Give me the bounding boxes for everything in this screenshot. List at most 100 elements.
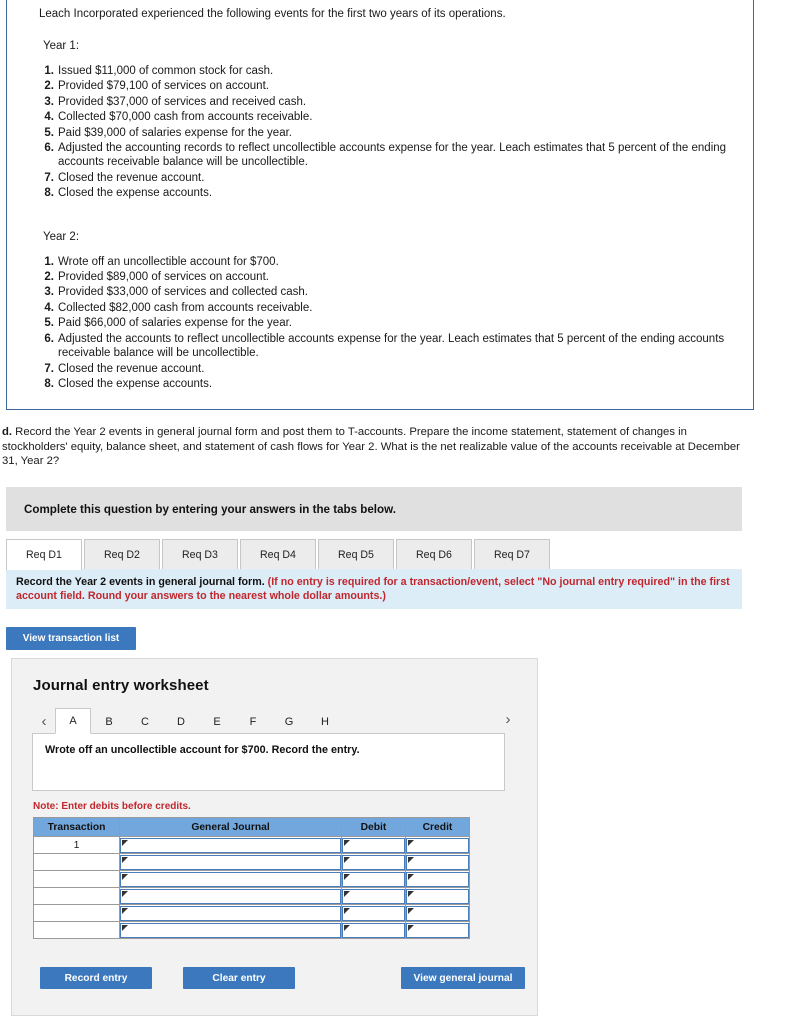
scenario-event-item: 1. Wrote off an uncollectible account for… (37, 255, 735, 269)
credit-input-cell (404, 836, 471, 854)
event-text: Collected $70,000 cash from accounts rec… (58, 111, 313, 124)
scenario-event-item: 6. Adjusted the accounting records to ref… (37, 141, 735, 170)
complete-question-banner: Complete this question by entering your … (6, 487, 742, 531)
credit-input[interactable] (405, 905, 469, 921)
general-journal-input[interactable] (120, 905, 341, 921)
event-text: Adjusted the accounts to reflect uncolle… (58, 332, 725, 360)
event-text: Provided $79,100 of services on account. (58, 80, 269, 93)
req-tab-req-d6[interactable]: Req D6 (396, 539, 472, 570)
scenario-event-item: 7. Closed the revenue account. (37, 171, 735, 185)
year1-label: Year 1: (43, 40, 80, 52)
journal-entry-row (32, 853, 471, 871)
debit-input-cell (340, 904, 406, 922)
instruction-main-text: Record the Year 2 events in general jour… (16, 576, 268, 588)
general-journal-input-cell (119, 870, 342, 888)
general-journal-input[interactable] (120, 922, 341, 938)
debit-input-cell (340, 836, 406, 854)
req-tab-req-d3[interactable]: Req D3 (162, 539, 238, 570)
general-journal-input[interactable] (120, 854, 341, 870)
debit-input-cell (340, 921, 406, 939)
debit-input[interactable] (341, 905, 405, 921)
view-transaction-list-button[interactable]: View transaction list (6, 627, 136, 650)
journal-entry-row (32, 870, 471, 888)
scenario-event-item: 3. Provided $33,000 of services and colle… (37, 285, 735, 299)
req-tab-req-d7[interactable]: Req D7 (474, 539, 550, 570)
chevron-right-icon[interactable]: › (497, 708, 519, 732)
scenario-event-item: 7. Closed the revenue account. (37, 362, 735, 376)
year2-label: Year 2: (43, 230, 80, 243)
event-number: 5. (44, 317, 54, 330)
chevron-left-icon[interactable]: ‹ (33, 710, 55, 734)
event-number: 6. (44, 142, 54, 155)
journal-entry-row (32, 921, 471, 939)
worksheet-tab-c[interactable]: C (127, 709, 163, 734)
general-journal-input-cell (119, 887, 342, 905)
column-header-transaction: Transaction (32, 817, 121, 837)
debit-input[interactable] (341, 922, 405, 938)
letter-tab-group[interactable]: ABCDEFGH (55, 708, 343, 734)
journal-entry-table: Transaction General Journal Debit Credit… (32, 817, 471, 939)
view-general-journal-button[interactable]: View general journal (401, 967, 525, 989)
event-text: Closed the revenue account. (58, 362, 205, 375)
scenario-event-item: 5. Paid $39,000 of salaries expense for t… (37, 126, 735, 140)
general-journal-input-cell (119, 836, 342, 854)
worksheet-tab-e[interactable]: E (199, 709, 235, 734)
scenario-intro: Leach Incorporated experienced the follo… (39, 8, 506, 20)
req-tab-req-d1[interactable]: Req D1 (6, 539, 82, 570)
event-number: 3. (44, 286, 54, 299)
journal-entry-row: 1 (32, 836, 471, 854)
credit-input[interactable] (405, 837, 469, 853)
scenario-event-item: 4. Collected $82,000 cash from accounts r… (37, 301, 735, 315)
transaction-description-text: Wrote off an uncollectible account for $… (45, 744, 360, 756)
record-entry-button[interactable]: Record entry (40, 967, 152, 989)
event-number: 4. (44, 301, 54, 314)
general-journal-input[interactable] (120, 888, 341, 904)
event-number: 8. (44, 187, 54, 200)
debit-input[interactable] (341, 888, 405, 904)
worksheet-tab-b[interactable]: B (91, 709, 127, 734)
debit-input[interactable] (341, 871, 405, 887)
worksheet-tab-d[interactable]: D (163, 709, 199, 734)
column-header-general-journal: General Journal (119, 817, 342, 837)
credit-input[interactable] (405, 922, 469, 938)
journal-entry-worksheet-panel: Journal entry worksheet ‹ ABCDEFGH › Wro… (11, 658, 538, 1016)
worksheet-tab-a[interactable]: A (55, 708, 91, 734)
event-text: Paid $39,000 of salaries expense for the… (58, 126, 292, 139)
credit-input-cell (404, 904, 471, 922)
req-tab-req-d4[interactable]: Req D4 (240, 539, 316, 570)
req-tab-req-d2[interactable]: Req D2 (84, 539, 160, 570)
credit-input[interactable] (405, 871, 469, 887)
worksheet-tab-f[interactable]: F (235, 709, 271, 734)
event-number: 7. (44, 171, 54, 184)
scenario-box: Leach Incorporated experienced the follo… (6, 0, 754, 410)
credit-input[interactable] (405, 854, 469, 870)
worksheet-tab-g[interactable]: G (271, 709, 307, 734)
general-journal-input[interactable] (120, 871, 341, 887)
event-text: Closed the expense accounts. (58, 187, 213, 200)
scenario-event-item: 8. Closed the expense accounts. (37, 377, 735, 391)
scenario-event-item: 1. Issued $11,000 of common stock for cas… (37, 64, 735, 78)
complete-question-text: Complete this question by entering your … (24, 502, 396, 516)
event-number: 8. (44, 377, 54, 390)
event-text: Collected $82,000 cash from accounts rec… (58, 301, 313, 314)
debit-input-cell (340, 887, 406, 905)
worksheet-title: Journal entry worksheet (33, 677, 209, 694)
req-tab-req-d5[interactable]: Req D5 (318, 539, 394, 570)
debit-input[interactable] (341, 837, 405, 853)
requirement-tabs[interactable]: Req D1 Req D2 Req D3 Req D4 Req D5 Req D6 Req … (6, 538, 742, 570)
general-journal-input-cell (119, 853, 342, 871)
credit-input-cell (404, 853, 471, 871)
general-journal-input[interactable] (120, 837, 341, 853)
scenario-event-item: 8. Closed the expense accounts. (37, 186, 735, 200)
transaction-number-cell (32, 921, 121, 939)
clear-entry-button[interactable]: Clear entry (183, 967, 295, 989)
debit-input[interactable] (341, 854, 405, 870)
scenario-event-item: 2. Provided $89,000 of services on accoun… (37, 270, 735, 284)
worksheet-letter-tabs[interactable]: ‹ ABCDEFGH › (33, 708, 519, 734)
event-number: 3. (44, 95, 54, 108)
general-journal-input-cell (119, 904, 342, 922)
year1-event-list: 1. Issued $11,000 of common stock for cas… (37, 64, 735, 201)
worksheet-tab-h[interactable]: H (307, 709, 343, 734)
event-text: Adjusted the accounting records to refle… (58, 142, 727, 169)
credit-input[interactable] (405, 888, 469, 904)
